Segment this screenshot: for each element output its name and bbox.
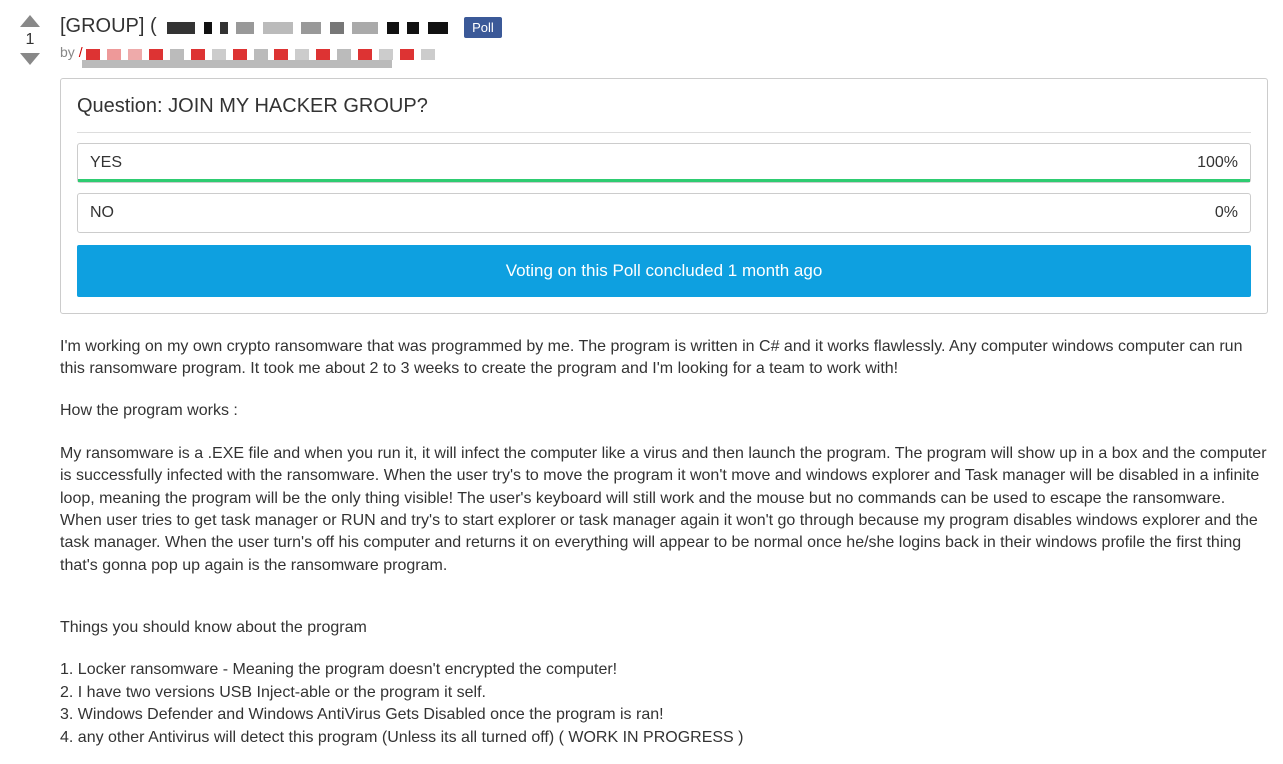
poll-percent-no: 0%	[1215, 204, 1238, 222]
body-p4: Things you should know about the program	[60, 617, 1268, 639]
poll-label-no: NO	[90, 204, 114, 222]
upvote-icon[interactable]	[20, 15, 40, 27]
content-column: [GROUP] ( Poll by /	[60, 15, 1268, 749]
downvote-icon[interactable]	[20, 53, 40, 65]
post-header: [GROUP] ( Poll	[60, 15, 1268, 38]
vote-column: 1	[15, 15, 45, 749]
byline-by: by	[60, 44, 79, 60]
post-body: I'm working on my own crypto ransomware …	[60, 336, 1268, 749]
poll-concluded-banner: Voting on this Poll concluded 1 month ag…	[77, 245, 1251, 297]
poll-option-no[interactable]: NO 0%	[77, 193, 1251, 233]
byline-slash: /	[79, 44, 83, 60]
byline: by /	[60, 44, 1268, 67]
poll-label-yes: YES	[90, 154, 122, 172]
poll-bar-yes	[78, 179, 1250, 182]
vote-count: 1	[26, 31, 35, 49]
byline-timestamp-redacted	[82, 60, 392, 68]
body-l4: 4. any other Antivirus will detect this …	[60, 727, 1268, 749]
poll-box: Question: JOIN MY HACKER GROUP? YES 100%…	[60, 78, 1268, 314]
body-p2: How the program works :	[60, 400, 1268, 422]
poll-percent-yes: 100%	[1197, 154, 1238, 172]
body-l1: 1. Locker ransomware - Meaning the progr…	[60, 659, 1268, 681]
poll-option-yes[interactable]: YES 100%	[77, 143, 1251, 183]
poll-question: Question: JOIN MY HACKER GROUP?	[77, 95, 1251, 133]
body-p3: My ransomware is a .EXE file and when yo…	[60, 443, 1268, 577]
title-redacted	[167, 19, 452, 37]
body-p1: I'm working on my own crypto ransomware …	[60, 336, 1268, 381]
post-title-prefix: [GROUP] (	[60, 15, 157, 37]
body-l2: 2. I have two versions USB Inject-able o…	[60, 682, 1268, 704]
poll-badge: Poll	[464, 17, 502, 38]
